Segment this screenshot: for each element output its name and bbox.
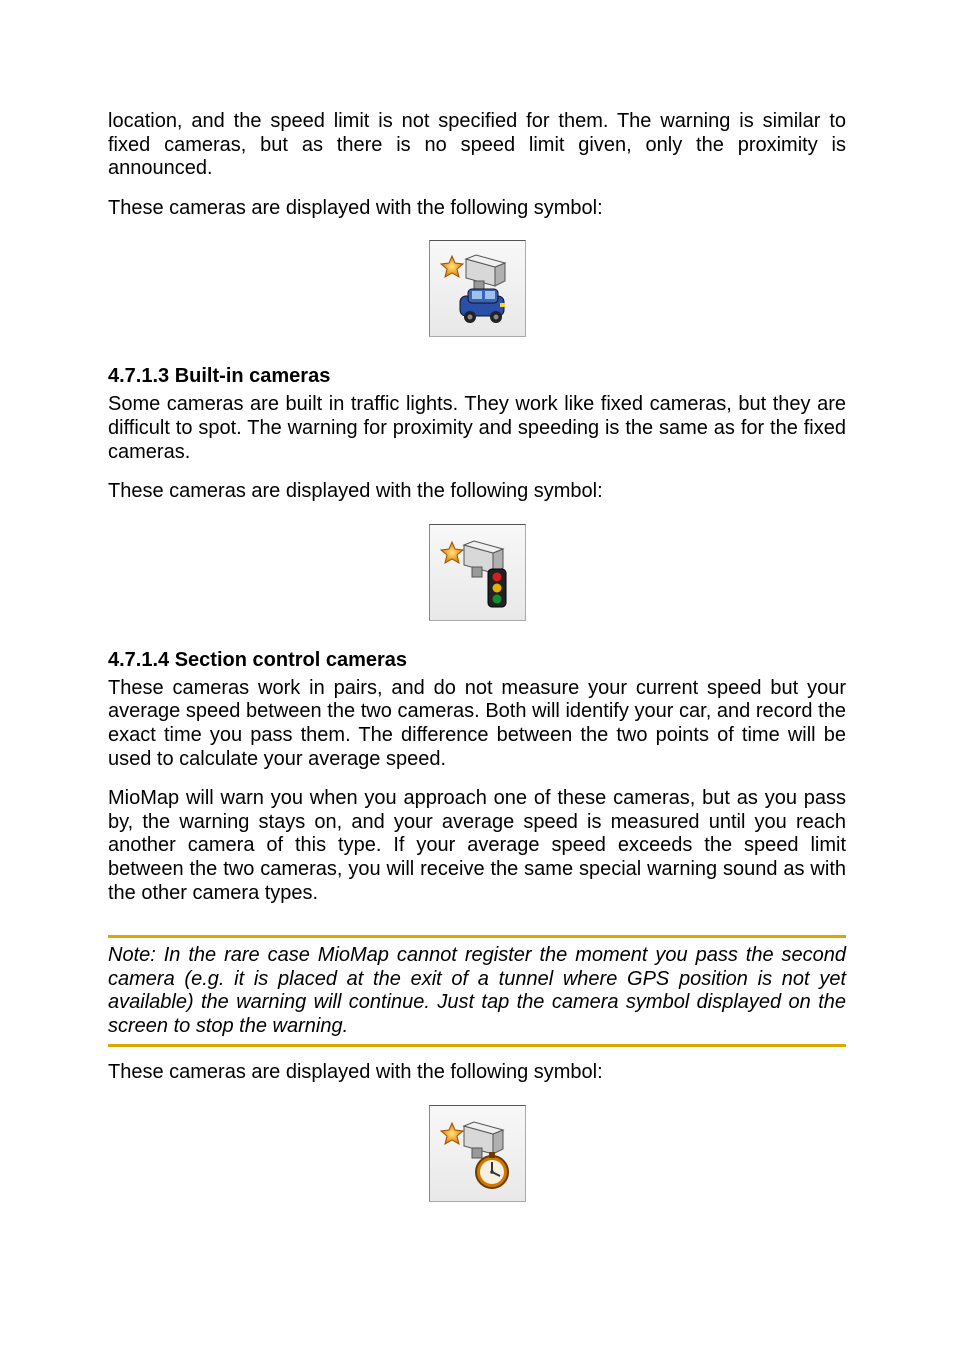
paragraph-text: location, and the speed limit is not spe…	[108, 110, 846, 181]
heading-section-control-cameras: 4.7.1.4 Section control cameras	[108, 649, 846, 672]
paragraph-text: These cameras are displayed with the fol…	[108, 480, 846, 504]
paragraph-text: These cameras work in pairs, and do not …	[108, 677, 846, 771]
heading-builtin-cameras: 4.7.1.3 Built-in cameras	[108, 365, 846, 388]
note-block: Note: In the rare case MioMap cannot reg…	[108, 935, 846, 1047]
icon-container	[108, 240, 846, 337]
icon-container	[108, 524, 846, 621]
paragraph-text: These cameras are displayed with the fol…	[108, 1061, 846, 1085]
icon-container	[108, 1105, 846, 1202]
paragraph-text: These cameras are displayed with the fol…	[108, 197, 846, 221]
section-camera-icon	[429, 1105, 526, 1202]
mobile-camera-icon	[429, 240, 526, 337]
paragraph-text: Some cameras are built in traffic lights…	[108, 393, 846, 464]
paragraph-text: MioMap will warn you when you approach o…	[108, 787, 846, 905]
builtin-camera-icon	[429, 524, 526, 621]
